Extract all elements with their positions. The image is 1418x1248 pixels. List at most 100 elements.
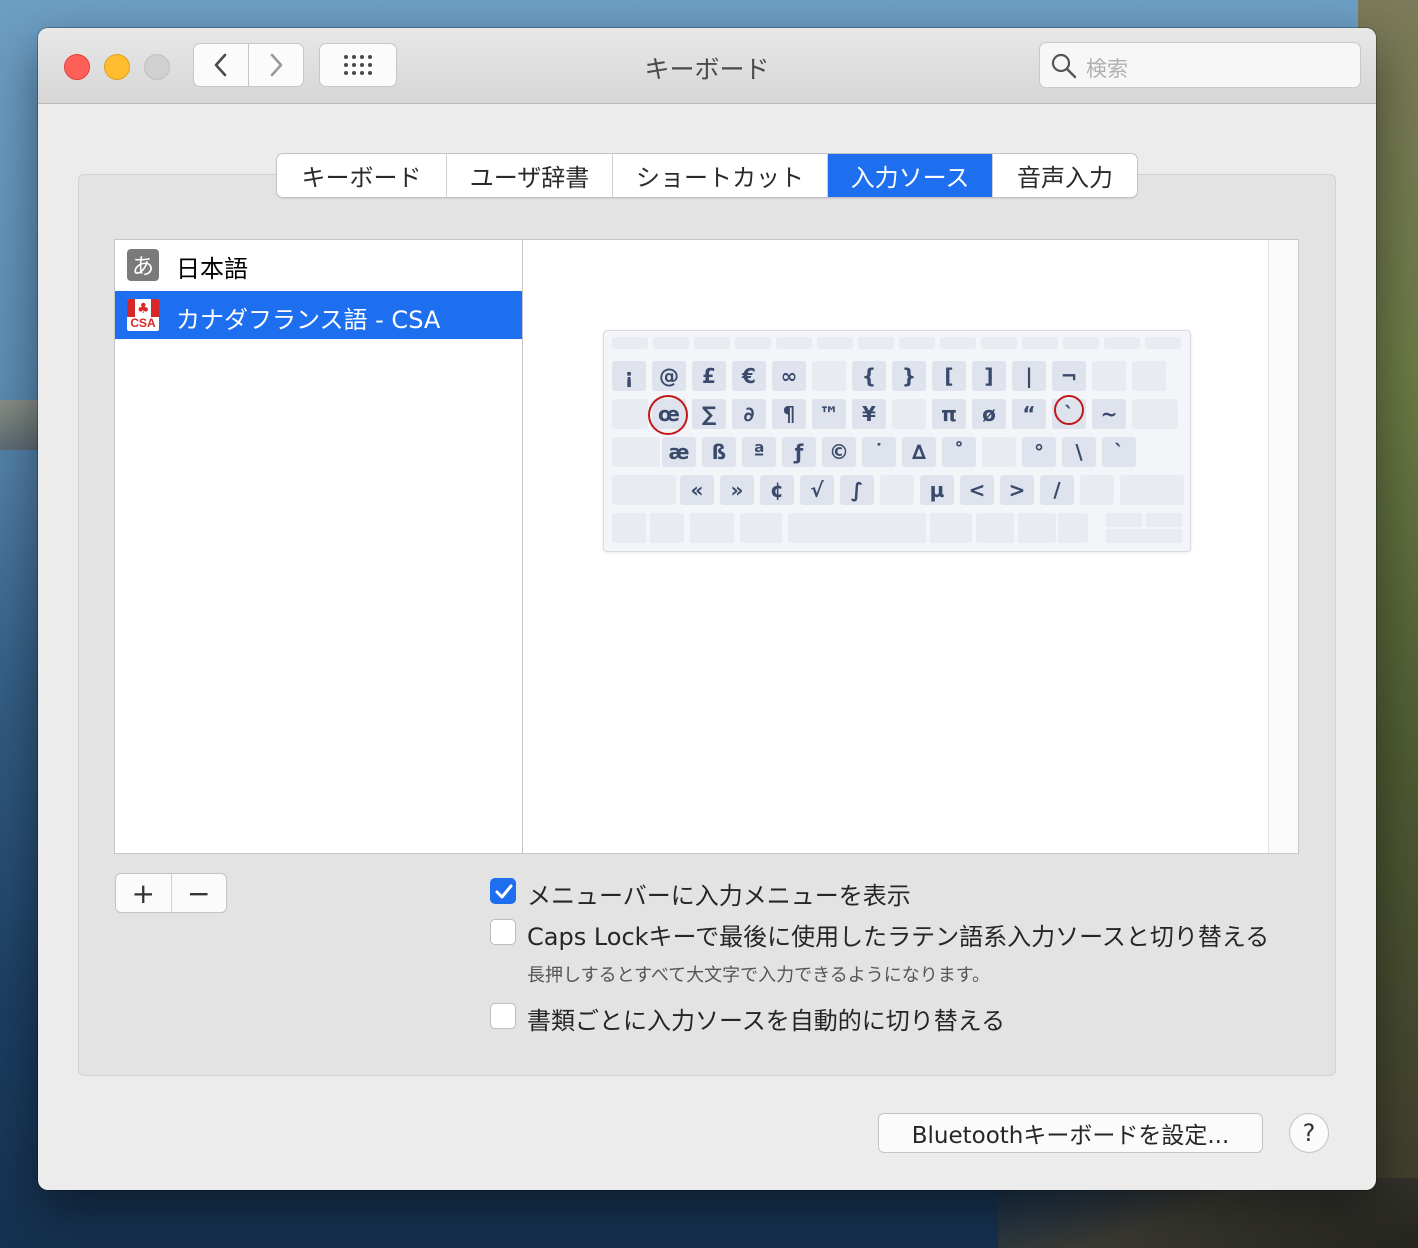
key: } [892,361,926,391]
return-key [1132,399,1178,429]
key: » [720,475,754,505]
tab-keyboard[interactable]: キーボード [277,154,447,197]
key: ∆ [902,437,936,467]
key: ` [1102,437,1136,467]
key: ∂ [732,399,766,429]
key [1080,475,1114,505]
key: / [1040,475,1074,505]
key: æ [662,437,696,467]
function-key [981,337,1017,349]
key [892,399,926,429]
key: ¡ [612,361,646,391]
modifier-key [788,513,926,543]
function-key [653,337,689,349]
input-source-canadian-french[interactable]: ♣ CSA カナダフランス語 - CSA [115,291,522,339]
function-key [899,337,935,349]
key: ™ [812,399,846,429]
key: > [1000,475,1034,505]
shift-key [1120,475,1184,505]
key: £ [692,361,726,391]
input-source-list: あ 日本語 ♣ CSA カナダフランス語 - CSA [114,239,523,854]
search-field[interactable]: 検索 [1039,42,1361,88]
add-remove-control: + − [115,873,227,913]
setup-bluetooth-keyboard-button[interactable]: Bluetoothキーボードを設定... [878,1113,1263,1153]
input-source-japanese[interactable]: あ 日本語 [115,240,522,288]
caps-lock-key [612,437,660,467]
hiragana-icon: あ [127,249,159,281]
add-button[interactable]: + [116,874,172,912]
title-bar: キーボード 検索 [38,28,1376,104]
delete-key [1132,361,1166,391]
key: < [960,475,994,505]
caps-lock-note: 長押しするとすべて大文字で入力できるようになります。 [527,965,990,986]
checkmark-icon [495,884,513,899]
input-source-label: カナダフランス語 - CSA [176,306,441,334]
key: ] [972,361,1006,391]
key: { [852,361,886,391]
modifier-key [690,513,734,543]
tab-dictation[interactable]: 音声入力 [993,154,1137,197]
function-key [1063,337,1099,349]
tab-key [612,399,648,429]
function-key [612,337,648,349]
function-key [1022,337,1058,349]
show-input-menu-checkbox[interactable] [490,878,516,904]
function-key [735,337,771,349]
modifier-key [976,513,1014,543]
modifier-key [1058,513,1088,543]
key: \ [1062,437,1096,467]
function-key [817,337,853,349]
tab-user-dictionary[interactable]: ユーザ辞書 [447,154,613,197]
help-button[interactable]: ? [1289,1113,1329,1153]
caps-lock-switch-label: Caps Lockキーで最後に使用したラテン語系入力ソースと切り替える [527,923,1270,951]
function-key [858,337,894,349]
function-key [940,337,976,349]
modifier-key [650,513,684,543]
tab-shortcuts[interactable]: ショートカット [613,154,828,197]
key: ¶ [772,399,806,429]
key: ˚ [942,437,976,467]
modifier-key [612,513,646,543]
modifier-key [740,513,782,543]
caps-lock-switch-checkbox[interactable] [490,919,516,945]
tab-bar: キーボード ユーザ辞書 ショートカット 入力ソース 音声入力 [276,153,1138,198]
key: © [822,437,856,467]
key [1092,361,1126,391]
modifier-key [930,513,972,543]
input-source-label: 日本語 [176,255,248,283]
key: € [732,361,766,391]
search-icon [1051,53,1077,79]
function-key [1145,337,1181,349]
key: [ [932,361,966,391]
function-key [694,337,730,349]
key: µ [920,475,954,505]
scrollbar[interactable] [1268,240,1298,853]
key: ƒ [782,437,816,467]
canada-flag-icon: ♣ CSA [127,299,159,331]
highlight-circle [1054,395,1084,425]
key: @ [652,361,686,391]
key: ø [972,399,1006,429]
key: ∫ [840,475,874,505]
modifier-key [1018,513,1056,543]
auto-switch-label: 書類ごとに入力ソースを自動的に切り替える [527,1007,1006,1035]
arrow-key [1146,513,1182,527]
key: « [680,475,714,505]
key: ˙ [862,437,896,467]
arrow-key [1106,513,1142,527]
key: ¬ [1052,361,1086,391]
function-key [1104,337,1140,349]
auto-switch-checkbox[interactable] [490,1003,516,1029]
tab-input-sources[interactable]: 入力ソース [828,154,993,197]
shift-key [612,475,676,505]
remove-button[interactable]: − [172,874,227,912]
show-input-menu-label: メニューバーに入力メニューを表示 [527,882,911,910]
arrow-key [1106,529,1182,543]
function-key [776,337,812,349]
key: ~ [1092,399,1126,429]
key: ∞ [772,361,806,391]
key [812,361,846,391]
key: ° [1022,437,1056,467]
keyboard-preview-area: ¡ @ £ € ∞{}[] | ¬ œ ∑ ∂ ¶ ™ ¥ π ø “` ~ æ ß ª ƒ © ˙ ∆ ˚ ° \ ` «» ¢ √ ∫ µ <… [522,239,1299,854]
key: “ [1012,399,1046,429]
